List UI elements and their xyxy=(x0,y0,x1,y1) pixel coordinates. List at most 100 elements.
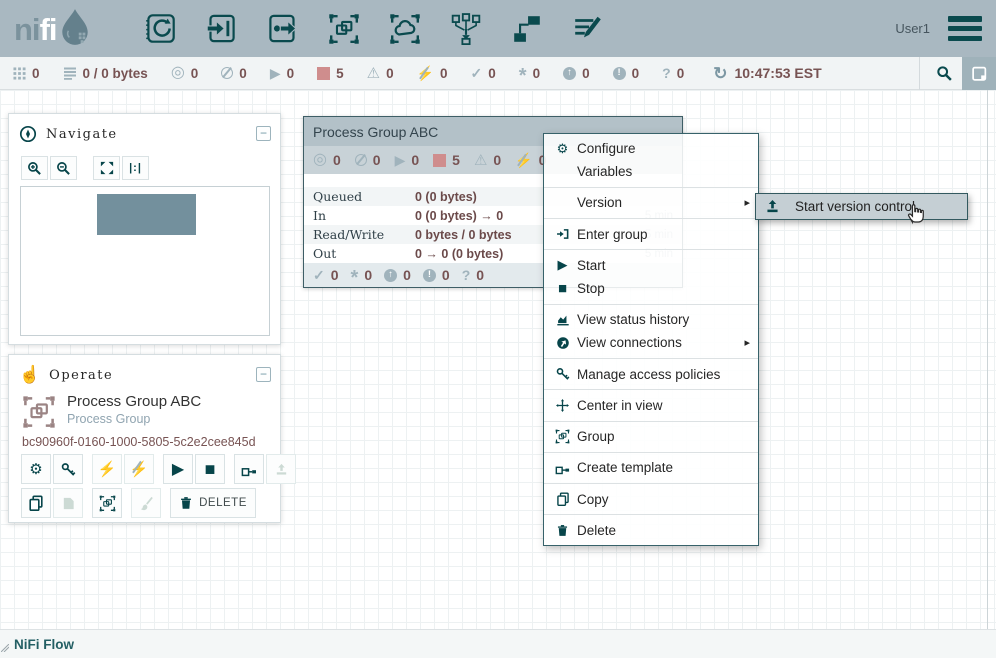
copy-icon xyxy=(554,492,571,506)
logo-text-ni: ni xyxy=(14,12,40,47)
locally-modified-count: 0 xyxy=(533,66,541,81)
group-icon xyxy=(554,429,571,444)
menu-item-start[interactable]: ▶ Start xyxy=(544,254,758,277)
app-header: nifi User1 xyxy=(0,0,996,57)
upload-template-button[interactable] xyxy=(266,454,296,484)
zoom-in-button[interactable] xyxy=(21,156,48,180)
sync-failure-stat: ? 0 xyxy=(662,65,684,81)
search-button[interactable] xyxy=(926,57,962,90)
menu-item-group[interactable]: Group xyxy=(544,425,758,448)
pg-running: ▶ 0 xyxy=(395,152,420,168)
navigate-collapse-button[interactable]: − xyxy=(256,126,271,141)
panel-toggle-button[interactable] xyxy=(962,57,996,90)
menu-item-view-status-history[interactable]: View status history xyxy=(544,308,758,331)
refresh-icon[interactable]: ↻ xyxy=(713,65,727,82)
up-to-date-stat: ✓ 0 xyxy=(471,66,496,81)
menu-item-stop[interactable]: ■ Stop xyxy=(544,277,758,300)
check-icon: ✓ xyxy=(313,268,325,282)
trash-icon xyxy=(554,524,571,537)
menu-item-manage-access-policies[interactable]: Manage access policies xyxy=(544,363,758,386)
copy-button[interactable] xyxy=(21,488,51,518)
funnel-icon[interactable] xyxy=(435,0,496,57)
menu-separator xyxy=(544,421,758,422)
paste-button[interactable] xyxy=(53,488,83,518)
birdseye-view[interactable] xyxy=(20,186,270,336)
enable-button[interactable]: ⚡ xyxy=(92,454,122,484)
one-to-one-icon: |:| xyxy=(129,162,142,174)
disabled-stat: ⚡ 0 xyxy=(417,66,448,81)
stop-icon: ■ xyxy=(554,280,571,297)
active-threads-stat: 0 xyxy=(13,66,40,81)
breadcrumb-root[interactable]: NiFi Flow xyxy=(14,637,74,652)
warning-icon: ⚠ xyxy=(474,153,487,168)
stale-up-arrow-icon: ↑ xyxy=(384,269,397,282)
start-icon: ▶ xyxy=(172,459,184,479)
input-port-icon[interactable] xyxy=(191,0,252,57)
processor-icon[interactable] xyxy=(130,0,191,57)
pg-stopped: 5 xyxy=(433,152,460,168)
menu-item-configure[interactable]: ⚙ Configure xyxy=(544,137,758,160)
context-menu: ⚙ Configure Variables Version ▸ Enter gr… xyxy=(543,133,759,546)
status-bar: 0 0 / 0 bytes ◎ 0 0 ▶ 0 5 ⚠ 0 ⚡ 0 xyxy=(0,57,996,90)
queued-count: 0 / 0 bytes xyxy=(83,66,148,81)
menu-item-view-connections[interactable]: View connections ▸ xyxy=(544,331,758,354)
operate-collapse-button[interactable]: − xyxy=(256,367,271,382)
delete-button[interactable]: DELETE xyxy=(170,488,256,518)
stopped-count: 5 xyxy=(336,66,344,81)
start-button[interactable]: ▶ xyxy=(163,454,193,484)
process-group-icon[interactable] xyxy=(313,0,374,57)
birdseye-component-rect[interactable] xyxy=(97,194,196,235)
paste-icon xyxy=(61,496,76,511)
access-policies-button[interactable] xyxy=(53,454,83,484)
group-button[interactable] xyxy=(92,488,122,518)
transmitting-stat: ◎ 0 xyxy=(171,65,198,81)
asterisk-icon: * xyxy=(351,273,359,283)
nifi-drop-icon xyxy=(59,8,91,51)
question-icon: ? xyxy=(462,267,471,283)
upload-icon xyxy=(764,199,781,214)
configuration-button[interactable]: ⚙ xyxy=(21,454,51,484)
stale-stat: ↑ 0 xyxy=(563,66,590,81)
menu-item-variables[interactable]: Variables xyxy=(544,160,758,183)
transmitting-icon: ◎ xyxy=(313,152,327,168)
up-to-date-count: 0 xyxy=(488,66,496,81)
menu-item-enter-group[interactable]: Enter group xyxy=(544,223,758,246)
create-template-button[interactable] xyxy=(234,454,264,484)
stop-button[interactable]: ■ xyxy=(195,454,225,484)
selected-component-id: bc90960f-0160-1000-5805-5c2e2cee845d xyxy=(22,435,256,449)
menu-separator xyxy=(544,187,758,188)
fit-button[interactable] xyxy=(93,156,120,180)
label-icon[interactable] xyxy=(557,0,618,57)
refresh-group: ↻ 10:47:53 EST xyxy=(713,65,821,82)
enter-group-icon xyxy=(554,227,571,241)
menu-item-create-template[interactable]: Create template xyxy=(544,456,758,479)
nifi-logo: nifi xyxy=(14,8,91,51)
zoom-out-button[interactable] xyxy=(50,156,77,180)
version-submenu-item-start-version-control[interactable]: Start version control xyxy=(755,193,968,220)
brush-icon xyxy=(139,496,154,511)
menu-separator xyxy=(544,304,758,305)
menu-separator xyxy=(544,249,758,250)
hand-icon: ☝ xyxy=(19,365,40,385)
remote-process-group-icon[interactable] xyxy=(374,0,435,57)
menu-item-copy[interactable]: Copy xyxy=(544,488,758,511)
menu-item-center-in-view[interactable]: Center in view xyxy=(544,394,758,417)
output-port-icon[interactable] xyxy=(252,0,313,57)
menu-item-delete[interactable]: Delete xyxy=(544,519,758,542)
question-icon: ? xyxy=(662,65,671,81)
menu-separator xyxy=(544,514,758,515)
actual-size-button[interactable]: |:| xyxy=(122,156,149,180)
disable-button[interactable]: ⚡ xyxy=(124,454,154,484)
key-icon xyxy=(61,462,76,477)
template-icon[interactable] xyxy=(496,0,557,57)
global-menu-icon[interactable] xyxy=(948,16,982,41)
fill-color-button[interactable] xyxy=(131,488,161,518)
disabled-bolt-icon: ⚡ xyxy=(417,66,434,80)
not-transmitting-stat: 0 xyxy=(221,66,247,81)
operate-palette: ☝ Operate − Process Group ABC Process Gr… xyxy=(8,354,281,523)
threads-grid-icon xyxy=(13,67,26,80)
menu-item-version[interactable]: Version ▸ xyxy=(544,191,758,214)
queued-stat: 0 / 0 bytes xyxy=(63,66,148,81)
pg-stale: ↑ 0 xyxy=(384,267,411,283)
pg-not-transmitting: 0 xyxy=(355,152,381,168)
